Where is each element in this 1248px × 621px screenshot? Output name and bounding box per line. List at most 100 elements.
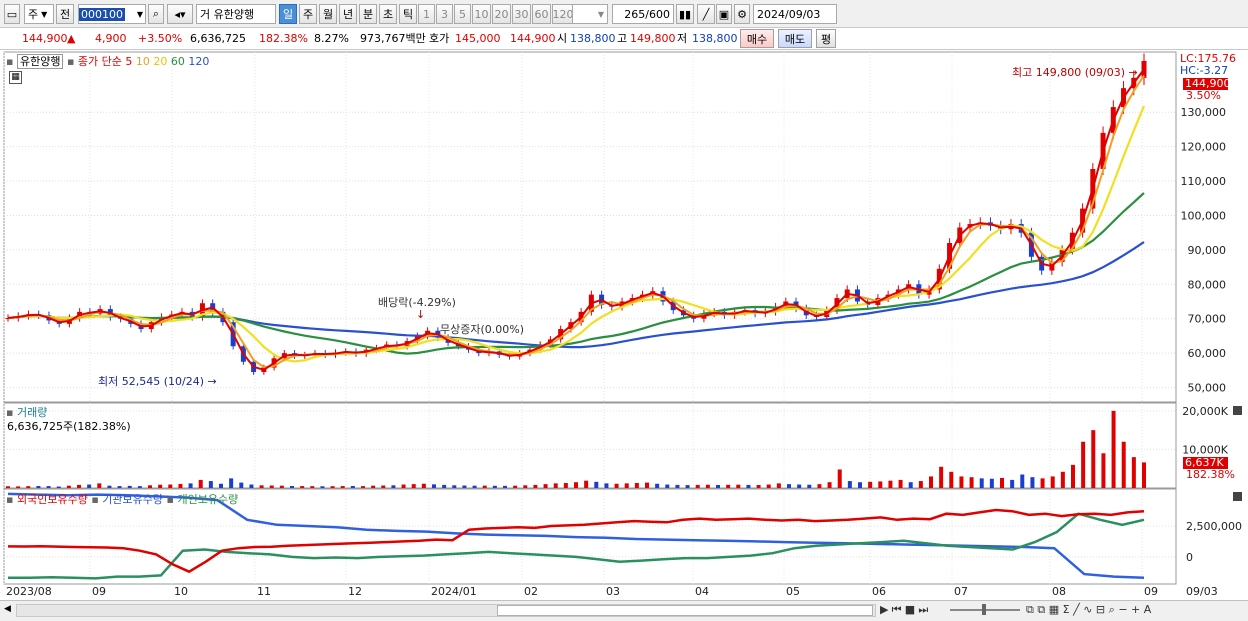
period-button-6[interactable]: 틱: [399, 4, 417, 24]
date-field[interactable]: 2024/09/03: [753, 4, 837, 24]
gear-icon[interactable]: ⚙: [734, 4, 750, 24]
interval-button-5[interactable]: 30: [512, 4, 531, 24]
chart-background: [0, 50, 1248, 600]
low-price: 138,800: [692, 32, 738, 45]
volume-bar: [807, 484, 812, 488]
scroll-thumb[interactable]: [497, 605, 873, 616]
volume-bar: [198, 479, 203, 488]
scroll-track[interactable]: [16, 604, 876, 617]
main-toolbar: ▭ 주 ▼ 전 000100 ▼ ⌕ ◂▾ 거 유한양행 일주월년분초틱 1 3 5 10…: [0, 0, 1248, 28]
scroll-left-icon[interactable]: ◀: [4, 604, 14, 614]
text-icon[interactable]: A: [1144, 603, 1152, 616]
search-icon[interactable]: ⌕: [148, 4, 164, 24]
window-icon[interactable]: ▭: [4, 4, 20, 24]
candle-type-icon[interactable]: ▮▮: [676, 4, 694, 24]
price-chart[interactable]: 50,00060,00070,00080,00090,000100,000110…: [0, 50, 1248, 600]
line-icon[interactable]: ╱: [1073, 603, 1080, 616]
minus-icon[interactable]: −: [1118, 603, 1127, 616]
legend-ma-10: 10: [135, 55, 150, 68]
legend-stock-name[interactable]: 유한양행: [16, 54, 64, 69]
speaker-icon[interactable]: ◂▾: [167, 4, 193, 24]
volume-bar: [827, 482, 832, 488]
volume-bar: [888, 480, 893, 488]
volume-bar: [1111, 410, 1116, 488]
volume-bar: [655, 483, 660, 488]
layout-icon[interactable]: ⧉: [1026, 603, 1034, 617]
wave-icon[interactable]: ∿: [1083, 603, 1092, 616]
volume-bar: [158, 484, 163, 488]
playback-controls: ▶ ⏮ ■ ⏭: [880, 603, 928, 617]
time-tick-label: 08: [1052, 585, 1066, 598]
interval-button-4[interactable]: 20: [492, 4, 511, 24]
period-button-3[interactable]: 년: [339, 4, 357, 24]
period-button-4[interactable]: 분: [359, 4, 377, 24]
volume-bar: [908, 482, 913, 488]
volume-bar: [46, 486, 51, 488]
stock-name-field[interactable]: 거 유한양행: [196, 4, 276, 24]
time-tick-label: 03: [606, 585, 620, 598]
volume-bar: [421, 483, 426, 488]
period-button-1[interactable]: 주: [299, 4, 317, 24]
price-tick-label: 50,000: [1188, 382, 1227, 395]
interval-button-7[interactable]: 120: [552, 4, 574, 24]
volume-bar: [878, 481, 883, 488]
rewind-icon[interactable]: ⏮: [892, 603, 902, 617]
interval-button-1[interactable]: 3: [436, 4, 453, 24]
panel-close-icon: [1233, 492, 1242, 501]
interval-dropdown[interactable]: ▼: [572, 4, 608, 24]
period-button-2[interactable]: 월: [319, 4, 337, 24]
count-total: /600: [645, 7, 670, 21]
volume-bar: [16, 486, 21, 488]
volume-bar: [1060, 471, 1065, 488]
stop-icon[interactable]: ■: [905, 603, 915, 616]
interval-button-2[interactable]: 5: [454, 4, 471, 24]
arrow-right-icon: →: [207, 375, 217, 388]
market-select[interactable]: 주 ▼: [24, 4, 54, 24]
volume-bar: [939, 466, 944, 488]
interval-button-0[interactable]: 1: [418, 4, 435, 24]
zoom-icon[interactable]: ⌕: [1109, 603, 1115, 617]
interval-button-3[interactable]: 10: [472, 4, 491, 24]
volume-bar: [371, 485, 376, 488]
volume-bar: [726, 484, 731, 488]
zoom-slider-handle[interactable]: [982, 604, 986, 615]
legend-ma-5: 5: [125, 55, 133, 68]
eval-button[interactable]: 평: [816, 29, 836, 48]
table-icon[interactable]: ▦: [9, 71, 22, 84]
fast-forward-icon[interactable]: ⏭: [918, 603, 928, 617]
date-value: 2024/09/03: [757, 7, 821, 21]
period-button-5[interactable]: 초: [379, 4, 397, 24]
interval-button-6[interactable]: 60: [532, 4, 551, 24]
volume-bar: [77, 484, 81, 488]
scale-icon[interactable]: ⊟: [1096, 603, 1105, 616]
low-label: 저: [677, 32, 688, 45]
volume-bar: [1081, 441, 1086, 488]
count-field[interactable]: 265/600: [612, 4, 674, 24]
chevron-down-icon[interactable]: ▼: [137, 10, 145, 19]
volume-bar: [817, 484, 822, 488]
price-tick-label: 100,000: [1181, 209, 1227, 222]
time-tick-label: 02: [524, 585, 538, 598]
sum-icon[interactable]: Σ: [1063, 603, 1070, 616]
volume-bar: [482, 485, 487, 488]
volume-bar: [1050, 476, 1055, 488]
volume-bar: [695, 484, 700, 488]
volume-bar: [634, 482, 639, 488]
sell-button[interactable]: 매도: [778, 29, 812, 48]
grid-icon[interactable]: ▦: [1049, 603, 1059, 616]
copy-icon[interactable]: ⧉: [1037, 603, 1045, 617]
legend-marker: ▪: [6, 493, 14, 506]
volume-bar: [614, 483, 619, 488]
volume-bar: [716, 484, 720, 488]
change-value: 4,900: [95, 32, 127, 45]
prev-button[interactable]: 전: [56, 4, 74, 24]
save-icon[interactable]: ▣: [716, 4, 732, 24]
volume-bar: [320, 486, 325, 488]
plus-icon[interactable]: +: [1131, 603, 1140, 616]
draw-line-icon[interactable]: ╱: [697, 4, 715, 24]
buy-button[interactable]: 매수: [740, 29, 774, 48]
play-icon[interactable]: ▶: [880, 603, 888, 616]
volume-bar: [208, 481, 213, 488]
period-button-0[interactable]: 일: [279, 4, 297, 24]
code-input[interactable]: 000100 ▼: [78, 4, 146, 24]
